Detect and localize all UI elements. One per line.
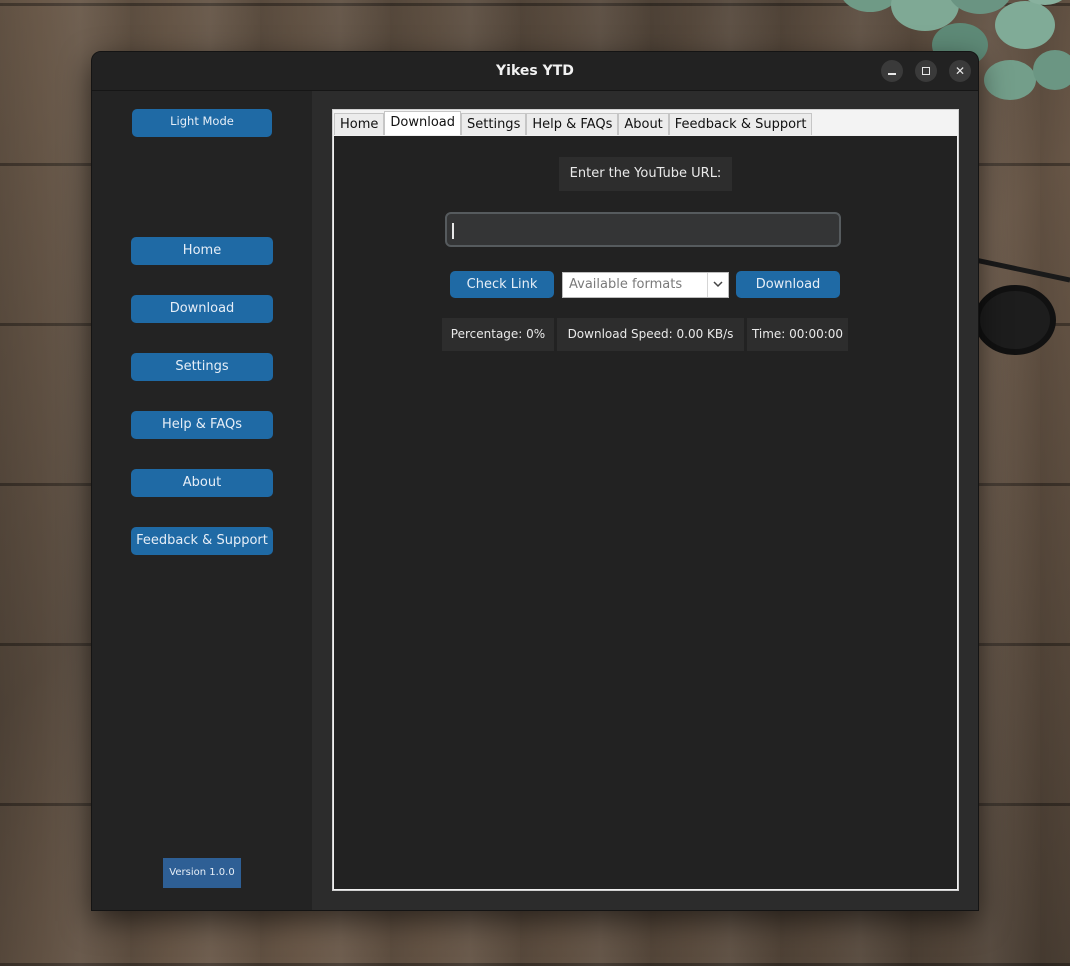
title-bar[interactable]: Yikes YTD ✕	[92, 52, 978, 91]
tab-about[interactable]: About	[618, 113, 669, 136]
tab-help-faqs[interactable]: Help & FAQs	[526, 113, 619, 136]
light-mode-button[interactable]: Light Mode	[132, 109, 272, 137]
formats-selected-value: Available formats	[569, 277, 683, 292]
window-title: Yikes YTD	[496, 63, 574, 79]
tab-home[interactable]: Home	[334, 113, 385, 136]
download-panel: Enter the YouTube URL: Check Link Availa…	[333, 135, 958, 890]
main-content: Home Download Settings Help & FAQs About…	[312, 91, 978, 910]
formats-dropdown[interactable]: Available formats	[562, 272, 729, 298]
percentage-label: Percentage: 0%	[442, 318, 554, 351]
sidebar-feedback-button[interactable]: Feedback & Support	[131, 527, 273, 555]
url-input[interactable]	[445, 212, 841, 247]
sidebar-settings-button[interactable]: Settings	[131, 353, 273, 381]
tab-settings[interactable]: Settings	[461, 113, 527, 136]
check-link-button[interactable]: Check Link	[450, 271, 554, 298]
app-window: Yikes YTD ✕ Light Mode Home Download Set…	[91, 51, 979, 911]
close-icon[interactable]: ✕	[949, 60, 971, 82]
minimize-icon[interactable]	[881, 60, 903, 82]
sidebar-home-button[interactable]: Home	[131, 237, 273, 265]
time-label: Time: 00:00:00	[747, 318, 848, 351]
text-caret	[452, 223, 454, 239]
download-speed-label: Download Speed: 0.00 KB/s	[557, 318, 744, 351]
maximize-icon[interactable]	[915, 60, 937, 82]
tab-bar: Home Download Settings Help & FAQs About…	[334, 111, 813, 136]
glasses-decoration	[975, 257, 1070, 355]
chevron-down-icon[interactable]	[707, 273, 728, 297]
sidebar: Light Mode Home Download Settings Help &…	[92, 91, 312, 910]
tab-notebook: Home Download Settings Help & FAQs About…	[332, 109, 959, 891]
tab-feedback-support[interactable]: Feedback & Support	[668, 113, 813, 136]
url-label: Enter the YouTube URL:	[559, 157, 732, 191]
sidebar-about-button[interactable]: About	[131, 469, 273, 497]
download-button[interactable]: Download	[736, 271, 840, 298]
sidebar-download-button[interactable]: Download	[131, 295, 273, 323]
sidebar-help-button[interactable]: Help & FAQs	[131, 411, 273, 439]
version-label: Version 1.0.0	[163, 858, 241, 888]
tab-download[interactable]: Download	[384, 111, 462, 136]
